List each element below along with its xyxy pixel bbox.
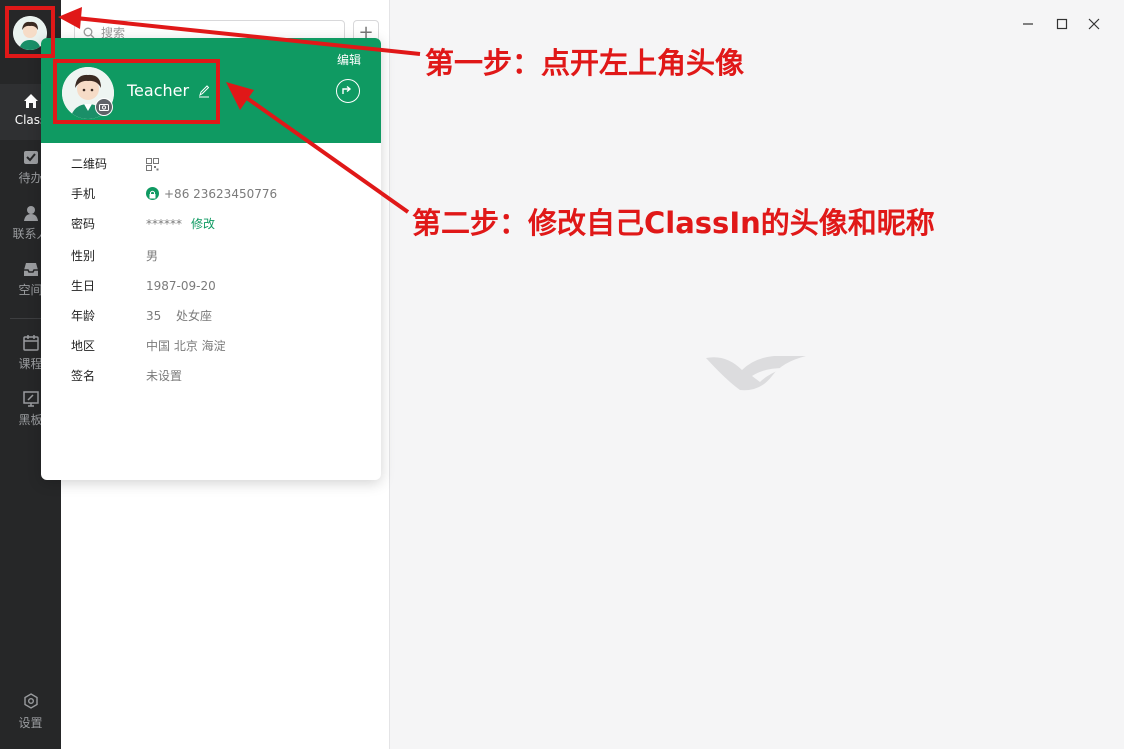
annotation-step1-text: 第一步：点开左上角头像 bbox=[425, 46, 745, 80]
arrow-step2 bbox=[226, 82, 410, 214]
annotation-arrows bbox=[58, 7, 421, 214]
arrow-step1 bbox=[58, 7, 421, 56]
annotation-step2-text: 第二步：修改自己ClassIn的头像和昵称 bbox=[412, 206, 935, 240]
